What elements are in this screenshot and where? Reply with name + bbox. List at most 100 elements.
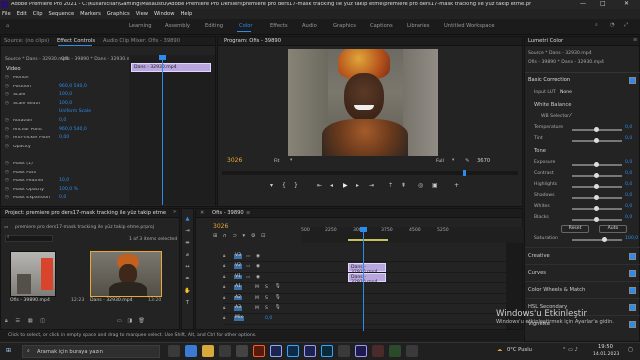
track-header[interactable]: 🔒︎ A3 M S 🎙︎ xyxy=(223,304,523,315)
lumetri-slider-value[interactable]: 0,0 xyxy=(625,160,632,166)
effect-property-value[interactable]: 100,0 xyxy=(59,93,72,98)
slider-knob[interactable] xyxy=(594,162,599,167)
toggle-output-eye-icon[interactable]: ◉ xyxy=(256,265,260,270)
menu-clip[interactable]: Clip xyxy=(33,11,43,17)
stopwatch-icon[interactable]: ◷ xyxy=(5,144,13,150)
effect-property-row[interactable]: ◷ Rotation 0,0 xyxy=(5,117,129,126)
mark-in-icon[interactable]: ▾ xyxy=(270,183,273,189)
lumetri-sequence-row[interactable]: Ofis - 39890 * Dans - 32930.mp4 xyxy=(528,60,604,66)
quality-chevron-icon[interactable]: ▾ xyxy=(452,158,454,164)
saturation-value[interactable]: 100,0 xyxy=(625,236,638,242)
lumetri-section[interactable]: Curves xyxy=(525,264,640,281)
input-lut-dropdown[interactable]: None xyxy=(560,90,572,96)
reset-button[interactable]: Reset xyxy=(561,225,589,233)
lift-icon[interactable]: ⇡ xyxy=(388,183,393,189)
stopwatch-icon[interactable]: ◷ xyxy=(5,84,13,90)
icon-view-icon[interactable]: ▦ xyxy=(28,318,33,324)
settings-wrench-icon[interactable]: ✎ xyxy=(465,158,469,164)
stopwatch-icon[interactable]: ◷ xyxy=(5,75,13,81)
effect-property-value[interactable]: 10,0 xyxy=(59,179,69,184)
workspace-effects[interactable]: Effects xyxy=(270,23,288,29)
menu-window[interactable]: Window xyxy=(154,11,174,17)
lumetri-slider[interactable] xyxy=(572,206,622,211)
effect-property-row[interactable]: ◷ Mask Feather 10,0 xyxy=(5,177,129,186)
lumetri-slider-row[interactable]: Blacks 0,0 xyxy=(525,214,640,225)
minimize-button[interactable]: — xyxy=(580,1,586,7)
timeline-playhead[interactable] xyxy=(363,227,364,331)
home-icon[interactable]: ⌂ xyxy=(6,23,9,29)
effect-property-value[interactable]: Uniform Scale xyxy=(59,110,91,115)
new-item-icon[interactable]: ◨ xyxy=(127,318,132,324)
workspace-captions[interactable]: Captions xyxy=(370,23,393,29)
effect-controls-playhead[interactable] xyxy=(162,55,163,205)
lumetri-slider[interactable] xyxy=(572,162,622,167)
menu-sequence[interactable]: Sequence xyxy=(49,11,75,17)
track-label[interactable]: A1 xyxy=(234,285,243,290)
clock-date[interactable]: 14.01.2023 xyxy=(593,352,619,358)
comparison-view-icon[interactable]: ▣ xyxy=(432,183,438,189)
track-lock-icon[interactable]: 🔒︎ xyxy=(223,317,225,322)
effect-property-value[interactable]: 0,0 xyxy=(59,118,66,124)
lumetri-slider-value[interactable]: 0,0 xyxy=(625,204,632,210)
stopwatch-icon[interactable]: ◷ xyxy=(5,196,13,201)
track-header[interactable]: 🔒︎ A2 M S 🎙︎ xyxy=(223,294,523,304)
work-area-bar[interactable] xyxy=(348,239,388,241)
edge-icon[interactable] xyxy=(185,345,197,357)
lumetri-slider-value[interactable]: 0,0 xyxy=(625,171,632,177)
lumetri-slider[interactable] xyxy=(572,184,622,189)
lock-icon[interactable]: 🔒︎ xyxy=(5,318,8,324)
slider-knob[interactable] xyxy=(594,173,599,178)
toggle-sync-lock-icon[interactable]: ▭ xyxy=(246,275,250,281)
track-label[interactable]: Mix xyxy=(234,316,244,321)
effect-property-row[interactable]: ◷ Mask Path xyxy=(5,169,129,178)
effect-property-row[interactable]: ◷ Mask (1) xyxy=(5,160,129,169)
track-label[interactable]: V2 xyxy=(234,264,243,269)
track-label[interactable]: A3 xyxy=(234,305,243,311)
menu-view[interactable]: View xyxy=(136,11,148,17)
close-button[interactable]: ✕ xyxy=(624,1,629,7)
effect-property-row[interactable]: ◷ Motion xyxy=(5,74,129,83)
source-clip-row[interactable]: Source * Dans - 32930.mp4 xyxy=(5,57,69,63)
mute-button[interactable]: M xyxy=(255,306,259,312)
effect-property-row[interactable]: Uniform Scale xyxy=(5,108,129,117)
section-checkbox[interactable] xyxy=(629,321,636,328)
effect-property-value[interactable]: 100,0 xyxy=(59,101,72,107)
program-video-frame[interactable] xyxy=(288,49,438,156)
mail-icon[interactable] xyxy=(236,345,248,357)
lumetri-slider-value[interactable]: 0,0 xyxy=(625,215,632,221)
lumetri-source-row[interactable]: Source * Dans - 32930.mp4 xyxy=(528,51,592,57)
program-monitor-title[interactable]: Program: Ofis - 39890 xyxy=(224,38,281,44)
tab-audio-clip-mixer[interactable]: Audio Clip Mixer: Ofis - 39890 xyxy=(103,38,180,44)
captions-icon[interactable]: ⊡ xyxy=(261,233,265,239)
mark-out-icon[interactable]: { xyxy=(282,183,286,189)
project-item-name[interactable]: Ofis - 39890.mp4 xyxy=(10,298,50,304)
track-lock-icon[interactable]: 🔒︎ xyxy=(223,296,225,302)
maximize-button[interactable]: □ xyxy=(600,1,606,7)
lumetri-slider-row[interactable]: Temperature 0,0 xyxy=(525,124,640,135)
play-icon[interactable]: ▶ xyxy=(343,183,348,189)
timeline-timecode[interactable]: 3026 xyxy=(213,224,228,230)
notification-icon[interactable]: ◔ xyxy=(610,22,615,28)
toggle-sync-lock-icon[interactable]: ▭ xyxy=(246,254,250,260)
workspace-editing[interactable]: Editing xyxy=(205,23,223,29)
lumetri-slider-row[interactable]: Whites 0,0 xyxy=(525,203,640,214)
solo-button[interactable]: S xyxy=(265,286,268,291)
snap-icon[interactable]: ∩ xyxy=(223,233,227,239)
effect-property-value[interactable]: 960,0 540,0 xyxy=(59,127,87,133)
lumetri-section[interactable]: Color Wheels & Match xyxy=(525,281,640,298)
slider-knob[interactable] xyxy=(594,138,599,143)
illustrator-icon[interactable] xyxy=(253,345,265,357)
section-checkbox[interactable] xyxy=(629,304,636,311)
menu-help[interactable]: Help xyxy=(180,11,192,17)
basic-correction-header[interactable]: Basic Correction xyxy=(528,77,570,83)
stopwatch-icon[interactable]: ◷ xyxy=(5,187,13,193)
fit-dropdown[interactable]: Fit xyxy=(274,159,279,165)
new-bin-icon[interactable]: ▭ xyxy=(117,318,122,324)
razor-tool-icon[interactable]: ⌀ xyxy=(182,249,193,261)
section-checkbox[interactable] xyxy=(629,270,636,277)
lumetri-title[interactable]: Lumetri Color xyxy=(528,38,563,44)
eyedropper-icon[interactable]: ⁄ xyxy=(570,113,571,119)
toggle-sync-lock-icon[interactable]: ▭ xyxy=(246,265,250,270)
tab-project[interactable]: Project: premiere pro ders17-mask tracki… xyxy=(5,210,166,216)
effect-controls-mini-timeline[interactable] xyxy=(129,55,215,205)
